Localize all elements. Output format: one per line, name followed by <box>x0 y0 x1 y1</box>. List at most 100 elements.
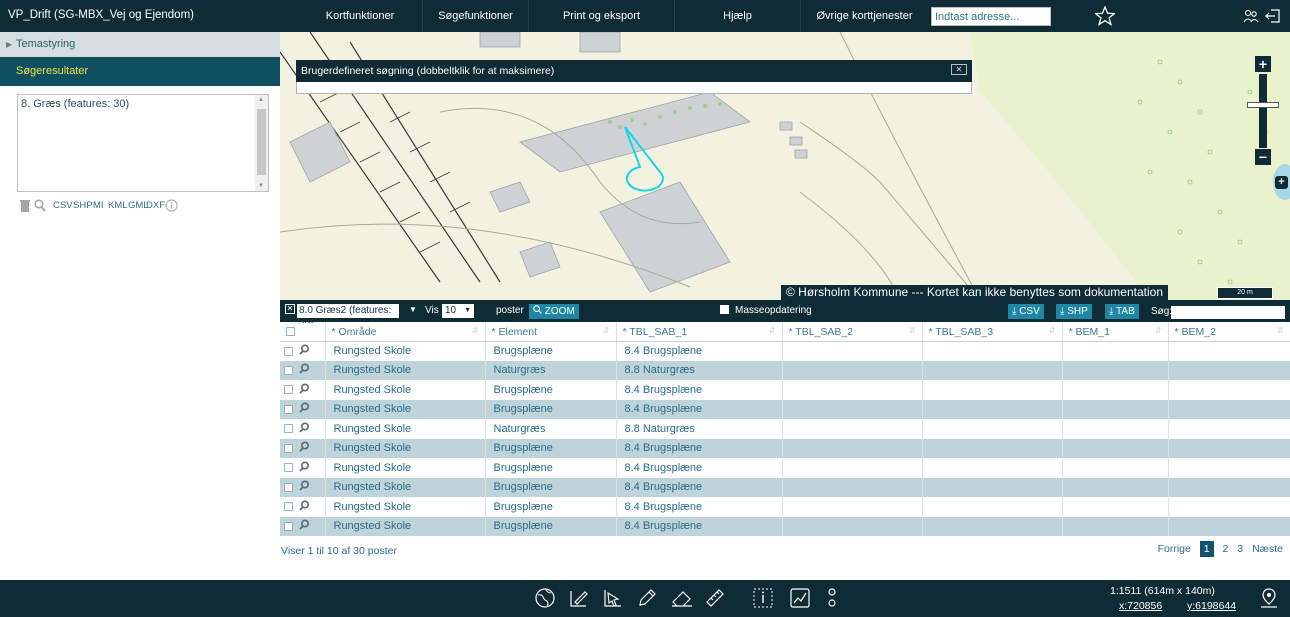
column-header-tbl-sab-1[interactable]: * TBL_SAB_1 ⇵ <box>616 323 783 342</box>
row-checkbox[interactable] <box>284 346 293 356</box>
row-zoom-icon[interactable] <box>299 402 310 416</box>
chart-icon[interactable] <box>789 587 811 612</box>
table-row[interactable]: Rungsted Skole Brugsplæne 8.4 Brugsplæne <box>280 399 1290 419</box>
dialog-close-icon[interactable]: ✕ <box>951 64 967 75</box>
scroll-down-icon[interactable]: ▼ <box>258 183 264 189</box>
row-zoom-icon[interactable] <box>299 500 310 514</box>
select-area-icon[interactable] <box>602 587 624 612</box>
row-zoom-icon[interactable] <box>299 461 310 475</box>
column-header-bem-2[interactable]: * BEM_2 ⇵ <box>1168 323 1290 342</box>
row-checkbox[interactable] <box>284 482 293 492</box>
select-all-header[interactable] <box>280 323 326 342</box>
export-csv-table-button[interactable]: ⤓ CSV <box>1008 304 1044 319</box>
zoom-slider[interactable] <box>1259 74 1267 148</box>
table-row[interactable]: Rungsted Skole Brugsplæne 8.4 Brugsplæne <box>280 477 1290 497</box>
export-shp-table-button[interactable]: ⤓ SHP <box>1056 304 1092 319</box>
export-mi-button[interactable]: MI <box>93 200 104 211</box>
scroll-up-icon[interactable]: ▲ <box>258 97 264 103</box>
row-checkbox[interactable] <box>284 365 293 375</box>
favorite-star-icon[interactable] <box>1093 5 1117 29</box>
row-checkbox[interactable] <box>284 521 293 531</box>
menu-hjaelp[interactable]: Hjælp <box>674 0 800 32</box>
column-header-bem-1[interactable]: * BEM_1 ⇵ <box>1062 323 1169 342</box>
zoom-to-result-icon[interactable] <box>34 199 46 215</box>
table-row[interactable]: Rungsted Skole Brugsplæne 8.4 Brugsplæne <box>280 497 1290 517</box>
coordinate-y[interactable]: y:6198644 <box>1187 600 1236 612</box>
export-kml-button[interactable]: KML <box>108 200 128 211</box>
menu-kortfunktioner[interactable]: Kortfunktioner <box>321 0 399 32</box>
zoom-out-button[interactable]: − <box>1255 149 1271 165</box>
dialog-header[interactable]: Brugerdefineret søgning (dobbeltklik for… <box>296 60 972 82</box>
table-cell <box>1168 458 1290 478</box>
eraser-icon[interactable] <box>670 587 694 612</box>
zoom-in-button[interactable]: + <box>1255 56 1271 72</box>
row-checkbox[interactable] <box>284 463 293 473</box>
info-icon[interactable] <box>165 199 178 215</box>
row-checkbox[interactable] <box>284 443 293 453</box>
globe-icon[interactable] <box>534 587 556 612</box>
page-size-select[interactable]: 10 ▼ <box>442 304 474 318</box>
location-pin-icon[interactable] <box>1258 587 1280 612</box>
search-results-list[interactable]: 8. Græs (features: 30) ▲ ▼ <box>17 94 269 192</box>
pager-page-1[interactable]: 1 <box>1199 541 1214 557</box>
select-all-checkbox[interactable] <box>286 327 295 337</box>
custom-search-dialog[interactable]: Brugerdefineret søgning (dobbeltklik for… <box>296 60 972 94</box>
table-row[interactable]: Rungsted Skole Brugsplæne 8.4 Brugsplæne <box>280 438 1290 458</box>
table-row[interactable]: Rungsted Skole Naturgræs 8.8 Naturgræs <box>280 419 1290 439</box>
column-header-tbl-sab-2[interactable]: * TBL_SAB_2 ⇵ <box>782 323 923 342</box>
trash-icon[interactable] <box>20 199 30 216</box>
close-table-icon[interactable]: ✕ <box>285 304 295 314</box>
tab-temastyring[interactable]: ▶ Temastyring <box>0 32 280 57</box>
menu-soegefunktioner[interactable]: Søgefunktioner <box>422 0 528 32</box>
draw-polygon-icon[interactable] <box>568 587 590 612</box>
column-header-tbl-sab-3[interactable]: * TBL_SAB_3 ⇵ <box>922 323 1063 342</box>
pager-page-2[interactable]: 2 <box>1223 543 1229 555</box>
users-icon[interactable] <box>1243 9 1259 26</box>
coordinate-x[interactable]: x:720856 <box>1119 600 1162 612</box>
edit-pencil-icon[interactable] <box>636 587 658 612</box>
results-scroll-thumb[interactable] <box>257 109 266 175</box>
layer-select[interactable]: 8.0 Græs2 (features: 30) <box>297 304 399 330</box>
table-row[interactable]: Rungsted Skole Brugsplæne 8.4 Brugsplæne <box>280 380 1290 400</box>
route-icon[interactable] <box>824 587 840 612</box>
menu-oevrige-korttjenester[interactable]: Øvrige korttjenester <box>800 0 928 32</box>
tab-soegeresultater[interactable]: Søgeresultater <box>0 57 280 86</box>
zoom-slider-handle[interactable] <box>1247 102 1279 108</box>
column-header-element[interactable]: * Element ⇵ <box>485 323 617 342</box>
table-row[interactable]: Rungsted Skole Brugsplæne 8.4 Brugsplæne <box>280 458 1290 478</box>
row-zoom-icon[interactable] <box>299 480 310 494</box>
pager-next[interactable]: Næste <box>1252 543 1283 555</box>
row-zoom-icon[interactable] <box>299 363 310 377</box>
measure-ruler-icon[interactable] <box>704 587 726 612</box>
row-checkbox[interactable] <box>284 404 293 414</box>
table-row[interactable]: Rungsted Skole Brugsplæne 8.4 Brugsplæne <box>280 516 1290 536</box>
row-zoom-icon[interactable] <box>299 441 310 455</box>
row-zoom-icon[interactable] <box>299 519 310 533</box>
row-zoom-icon[interactable] <box>299 344 310 358</box>
address-search-input[interactable] <box>931 7 1051 26</box>
menu-print-eksport[interactable]: Print og eksport <box>528 0 674 32</box>
logout-icon[interactable] <box>1265 8 1281 27</box>
pager-prev[interactable]: Forrige <box>1158 543 1191 555</box>
table-search-input[interactable] <box>1171 306 1285 319</box>
column-header-omraade[interactable]: * Område ⇵ <box>325 323 486 342</box>
row-zoom-icon[interactable] <box>299 422 310 436</box>
table-row[interactable]: Rungsted Skole Brugsplæne 8.4 Brugsplæne <box>280 341 1290 361</box>
expand-map-button[interactable]: + <box>1275 176 1288 189</box>
row-checkbox[interactable] <box>284 502 293 512</box>
table-row[interactable]: Rungsted Skole Naturgræs 8.8 Naturgræs <box>280 360 1290 380</box>
row-zoom-icon[interactable] <box>299 383 310 397</box>
export-tab-table-button[interactable]: ⤓ TAB <box>1105 304 1139 319</box>
export-shp-button[interactable]: SHP <box>73 200 93 211</box>
row-checkbox[interactable] <box>284 385 293 395</box>
results-scrollbar[interactable]: ▲ ▼ <box>255 95 268 191</box>
layer-select-arrow-icon[interactable]: ▼ <box>409 305 417 314</box>
export-csv-button[interactable]: CSV <box>53 200 73 211</box>
info-box-icon[interactable] <box>752 587 774 612</box>
result-item[interactable]: 8. Græs (features: 30) <box>21 98 129 110</box>
export-dxf-button[interactable]: DXF <box>146 200 165 211</box>
masse-checkbox[interactable] <box>720 305 729 314</box>
row-checkbox[interactable] <box>284 424 293 434</box>
pager-page-3[interactable]: 3 <box>1237 543 1243 555</box>
zoom-button[interactable]: ZOOM <box>529 304 579 319</box>
